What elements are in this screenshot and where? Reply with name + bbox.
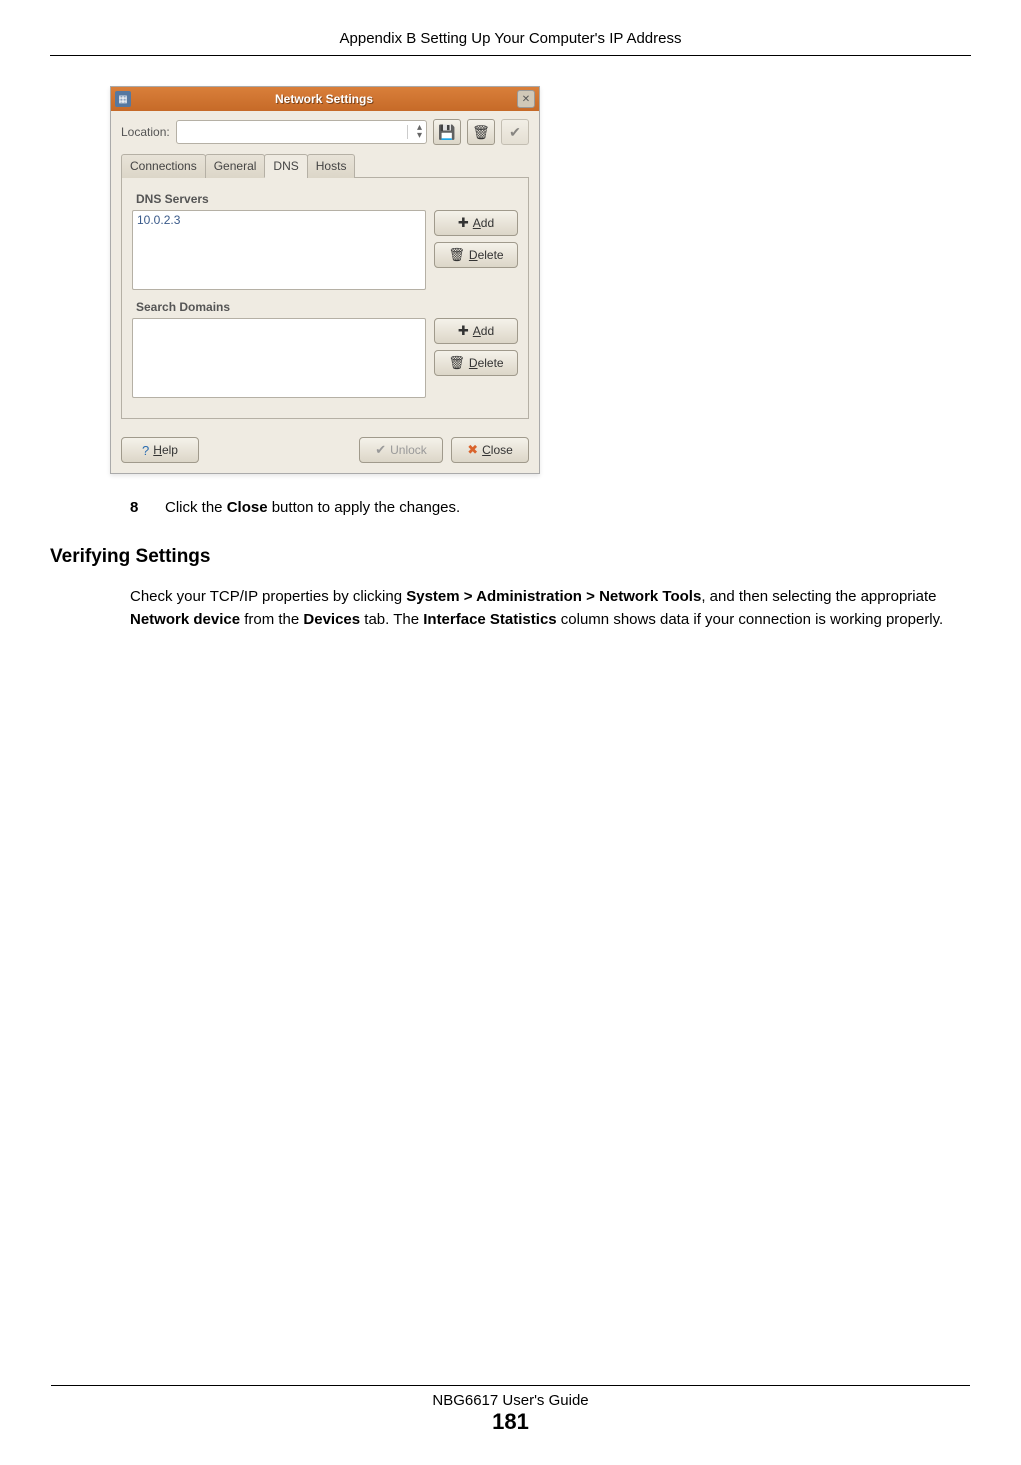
- tab-dns[interactable]: DNS: [264, 154, 307, 178]
- tab-bar: Connections General DNS Hosts: [121, 153, 529, 178]
- dns-delete-button[interactable]: 🗑Delete: [434, 242, 518, 268]
- dns-servers-list[interactable]: 10.0.2.3: [132, 210, 426, 290]
- close-button[interactable]: ✖Close: [451, 437, 529, 463]
- plus-icon: ✚: [458, 323, 469, 339]
- step-8: 8 Click the Close button to apply the ch…: [130, 499, 971, 516]
- trash-icon: 🗑: [472, 124, 490, 141]
- apply-button[interactable]: ✔: [501, 119, 529, 145]
- plus-icon: ✚: [458, 215, 469, 231]
- search-domains-list[interactable]: [132, 318, 426, 398]
- help-button[interactable]: ?Help: [121, 437, 199, 463]
- dns-servers-label: DNS Servers: [136, 192, 518, 206]
- location-label: Location:: [121, 125, 170, 139]
- window-close-icon[interactable]: ✕: [517, 90, 535, 108]
- window-title: Network Settings: [131, 92, 517, 106]
- tab-hosts[interactable]: Hosts: [307, 154, 356, 178]
- tab-general[interactable]: General: [205, 154, 266, 178]
- trash-icon: 🗑: [448, 247, 465, 263]
- footer-text: NBG6617 User's Guide: [0, 1392, 1021, 1409]
- search-add-button[interactable]: ✚Add: [434, 318, 518, 344]
- step-number: 8: [130, 499, 165, 516]
- save-location-button[interactable]: 💾: [433, 119, 461, 145]
- delete-location-button[interactable]: 🗑: [467, 119, 495, 145]
- verify-paragraph: Check your TCP/IP properties by clicking…: [130, 586, 971, 631]
- step-text: Click the Close button to apply the chan…: [165, 499, 971, 516]
- close-icon: ✖: [467, 442, 478, 458]
- section-heading: Verifying Settings: [50, 546, 971, 568]
- check-icon: ✔: [375, 442, 386, 458]
- network-settings-dialog: ▦ Network Settings ✕ Location: ▴▾ 💾 🗑 ✔ …: [110, 86, 540, 474]
- dns-tab-content: DNS Servers 10.0.2.3 ✚AAdddd 🗑Delete Sea…: [121, 178, 529, 419]
- page-footer: NBG6617 User's Guide 181: [0, 1385, 1021, 1435]
- location-combo[interactable]: ▴▾: [176, 120, 427, 144]
- app-icon: ▦: [115, 91, 131, 107]
- search-domains-label: Search Domains: [136, 300, 518, 314]
- titlebar: ▦ Network Settings ✕: [111, 87, 539, 111]
- floppy-icon: 💾: [438, 124, 455, 141]
- page-number: 181: [0, 1409, 1021, 1435]
- dns-add-button[interactable]: ✚AAdddd: [434, 210, 518, 236]
- page-header: Appendix B Setting Up Your Computer's IP…: [50, 30, 971, 56]
- search-delete-button[interactable]: 🗑Delete: [434, 350, 518, 376]
- trash-icon: 🗑: [448, 355, 465, 371]
- tab-connections[interactable]: Connections: [121, 154, 206, 178]
- check-icon: ✔: [509, 124, 521, 141]
- dns-entry[interactable]: 10.0.2.3: [137, 213, 421, 227]
- help-icon: ?: [142, 443, 149, 458]
- unlock-button[interactable]: ✔Unlock: [359, 437, 443, 463]
